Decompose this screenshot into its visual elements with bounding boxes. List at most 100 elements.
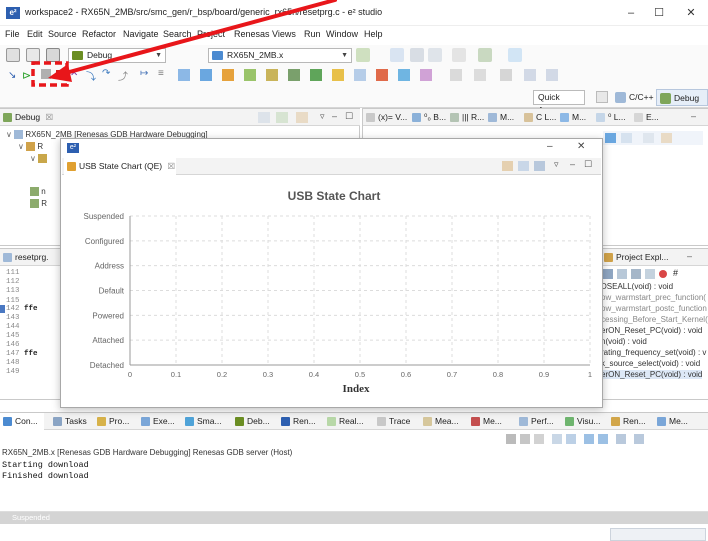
outline-filter-icon[interactable]	[617, 269, 627, 279]
show-type-icon[interactable]	[605, 133, 616, 143]
tab-project-explorer[interactable]: Project Expl...	[601, 249, 681, 266]
maximize-button[interactable]: ☐	[648, 5, 670, 21]
terminate-console-icon[interactable]	[506, 434, 516, 444]
plugin-icon[interactable]	[508, 48, 522, 62]
tab-renesas-log[interactable]: Ren...	[278, 413, 322, 430]
outline-item-selected[interactable]: erON_Reset_PC(void) : void	[601, 370, 703, 379]
scroll-lock-icon[interactable]	[552, 434, 562, 444]
tab-visual-expressions[interactable]: Visu...	[562, 413, 606, 430]
quick-access-input[interactable]: Quick Access	[533, 90, 585, 115]
debug-tree-row[interactable]: R	[30, 199, 47, 209]
word-wrap-icon[interactable]	[566, 434, 576, 444]
skip-breakpoints-icon[interactable]: ↘	[8, 70, 16, 81]
collapse-all-icon[interactable]	[258, 112, 270, 123]
view-icon-13[interactable]	[450, 69, 462, 81]
close-button[interactable]: ✕	[680, 5, 702, 21]
minimize-view-icon[interactable]: –	[332, 111, 337, 121]
dialog-close-button[interactable]: ✕	[577, 141, 585, 152]
tab-memory[interactable]: M...	[485, 109, 521, 126]
disconnect-icon[interactable]: ✕	[70, 68, 78, 79]
save-all-icon[interactable]	[428, 48, 442, 62]
tab-problems[interactable]: Pro...	[94, 413, 136, 430]
erase-chart-icon[interactable]	[502, 161, 513, 171]
tab-renesas-views[interactable]: Ren...	[608, 413, 652, 430]
step-filter-icon[interactable]	[276, 112, 288, 123]
outline-item[interactable]: erON_Reset_PC(void) : void	[601, 326, 702, 335]
menu-project[interactable]: Project	[197, 29, 225, 39]
view-icon-9[interactable]	[354, 69, 366, 81]
minimize-button[interactable]: –	[620, 5, 642, 21]
step-into-icon[interactable]: ⤵	[86, 68, 96, 83]
back-icon[interactable]	[524, 69, 536, 81]
outline-hide-fields-icon[interactable]	[631, 269, 641, 279]
settings-tool-icon[interactable]	[26, 48, 40, 62]
tab-expressions[interactable]: E...	[631, 109, 667, 126]
view-icon-1[interactable]	[178, 69, 190, 81]
wrench-icon[interactable]	[478, 48, 492, 62]
terminate-icon[interactable]	[56, 70, 65, 79]
tab-variables[interactable]: (x)= V...	[363, 109, 409, 126]
view-menu-chevron-icon[interactable]: ▿	[320, 111, 325, 122]
tab-trace[interactable]: Trace	[374, 413, 418, 430]
menu-file[interactable]: File	[5, 29, 20, 39]
menu-search[interactable]: Search	[163, 29, 192, 39]
view-menu-icon[interactable]	[296, 112, 308, 123]
view-icon-6[interactable]	[288, 69, 300, 81]
new-console-icon[interactable]	[634, 434, 644, 444]
tab-monitor[interactable]: M...	[557, 109, 593, 126]
forward-icon[interactable]	[546, 69, 558, 81]
menu-source[interactable]: Source	[48, 29, 77, 39]
view-icon-15[interactable]	[500, 69, 512, 81]
tab-measurement[interactable]: Mea...	[420, 413, 466, 430]
launch-mode-select[interactable]: Debug ▼	[68, 48, 166, 63]
view-menu-chevron-icon[interactable]: ▿	[554, 159, 559, 170]
view-icon-7[interactable]	[310, 69, 322, 81]
tab-breakpoints[interactable]: ⁰₀ B...	[409, 109, 447, 126]
open-perspective-icon[interactable]	[596, 91, 608, 103]
tab-debug[interactable]: Debug ☒	[0, 109, 60, 126]
maximize-view-icon[interactable]: ☐	[584, 159, 592, 170]
launch-target-select[interactable]: RX65N_2MB.x ▼	[208, 48, 352, 63]
menu-help[interactable]: Help	[364, 29, 383, 39]
new-file-icon[interactable]	[390, 48, 404, 62]
code-text[interactable]: ffe	[24, 350, 38, 358]
tab-console[interactable]: Con...	[0, 413, 44, 430]
build-tool-icon[interactable]	[6, 48, 20, 62]
tab-resetprg-c[interactable]: resetprg.	[0, 249, 60, 266]
tab-debugger-console[interactable]: Deb...	[232, 413, 276, 430]
tab-memory-usage[interactable]: Me...	[468, 413, 512, 430]
view-icon-14[interactable]	[474, 69, 486, 81]
view-icon-3[interactable]	[222, 69, 234, 81]
minimize-view-icon[interactable]: –	[687, 251, 692, 261]
outline-item[interactable]: ow_warmstart_postc_function	[601, 304, 707, 313]
layout-icon[interactable]	[621, 133, 632, 143]
menu-run[interactable]: Run	[304, 29, 321, 39]
outline-item[interactable]: ow_warmstart_prec_function(	[601, 293, 706, 302]
outline-hash-icon[interactable]: #	[673, 268, 678, 278]
outline-item[interactable]: cessing_Before_Start_Kernel(v	[601, 315, 708, 324]
perspective-c-cpp[interactable]: C/C++	[612, 89, 656, 106]
tab-usb-state-chart[interactable]: USB State Chart (QE) ☒	[64, 158, 176, 175]
view-icon-4[interactable]	[244, 69, 256, 81]
collapse-icon[interactable]	[643, 133, 654, 143]
menu-renesas-views[interactable]: Renesas Views	[234, 29, 296, 39]
outline-sort-icon[interactable]	[603, 269, 613, 279]
search-tool-icon[interactable]	[452, 48, 466, 62]
view-icon-8[interactable]	[332, 69, 344, 81]
maximize-view-icon[interactable]: ☐	[345, 111, 353, 122]
outline-item[interactable]: k_source_select(void) : void	[601, 359, 700, 368]
chart-settings-icon[interactable]	[518, 161, 529, 171]
view-icon-10[interactable]	[376, 69, 388, 81]
suspend-icon[interactable]	[41, 69, 51, 79]
menu-refactor[interactable]: Refactor	[82, 29, 116, 39]
outline-item[interactable]: DSEALL(void) : void	[601, 282, 673, 291]
display-selected-console-icon[interactable]	[598, 434, 608, 444]
debug-tree-row[interactable]: ∨ R	[18, 142, 43, 152]
reset-icon[interactable]: ≡	[158, 68, 164, 79]
minimize-view-icon[interactable]: –	[691, 111, 696, 121]
resume-icon[interactable]: ⊳	[22, 69, 31, 82]
view-icon-12[interactable]	[420, 69, 432, 81]
tab-call-stack[interactable]: C L...	[521, 109, 557, 126]
step-over-icon[interactable]: ↷	[102, 68, 110, 79]
outline-dot-icon[interactable]	[659, 270, 667, 278]
